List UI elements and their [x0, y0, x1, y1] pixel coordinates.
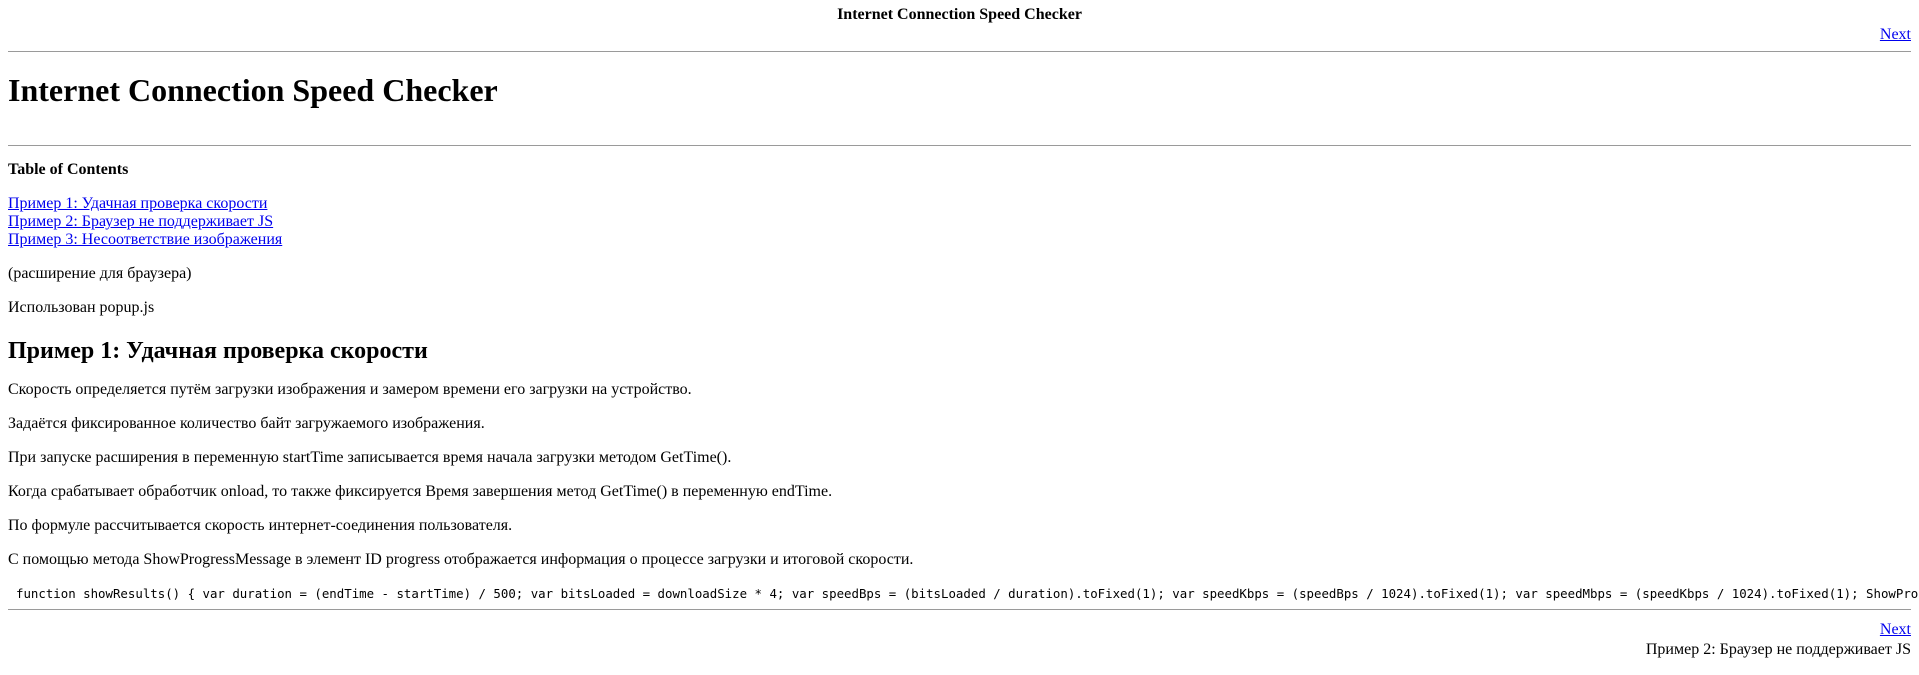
toc-link-example-1[interactable]: Пример 1: Удачная проверка скорости: [8, 195, 267, 212]
section-paragraph: С помощью метода ShowProgressMessage в э…: [8, 551, 914, 568]
toc-link-example-3[interactable]: Пример 3: Несоответствие изображения: [8, 231, 282, 248]
toc-item: Пример 1: Удачная проверка скорости: [8, 195, 1911, 213]
toc-item: Пример 2: Браузер не поддерживает JS: [8, 213, 1911, 231]
section-paragraph: Когда срабатывает обработчик onload, то …: [8, 483, 833, 500]
section-paragraph: При запуске расширения в переменную star…: [8, 449, 732, 466]
bottom-divider: [8, 609, 1911, 610]
next-link-bottom[interactable]: Next: [1880, 621, 1911, 638]
page-container: Internet Connection Speed Checker Next I…: [8, 0, 1919, 660]
intro-extension-note: (расширение для браузера): [8, 265, 192, 282]
intro-popup-note: Использован popup.js: [8, 299, 155, 316]
section-paragraph: Задаётся фиксированное количество байт з…: [8, 415, 485, 432]
page-title: Internet Connection Speed Checker: [8, 72, 498, 108]
footer-next-container: Next: [8, 620, 1911, 640]
toc-list: Пример 1: Удачная проверка скорости Прим…: [8, 195, 1911, 249]
nav-header-next-container: Next: [8, 25, 1911, 45]
footer-next-caption: Пример 2: Браузер не поддерживает JS: [1645, 641, 1911, 658]
code-block: function showResults() { var duration = …: [16, 586, 1919, 601]
section-heading-example-1: Пример 1: Удачная проверка скорости: [8, 338, 428, 364]
toc-link-example-2[interactable]: Пример 2: Браузер не поддерживает JS: [8, 213, 273, 230]
section-paragraph: Скорость определяется путём загрузки изо…: [8, 381, 692, 398]
toc-item: Пример 3: Несоответствие изображения: [8, 231, 1911, 249]
toc-title: Table of Contents: [8, 161, 129, 178]
section-paragraph: По формуле рассчитывается скорость интер…: [8, 517, 513, 534]
next-link-top[interactable]: Next: [1880, 26, 1911, 43]
nav-header-title: Internet Connection Speed Checker: [837, 6, 1082, 23]
